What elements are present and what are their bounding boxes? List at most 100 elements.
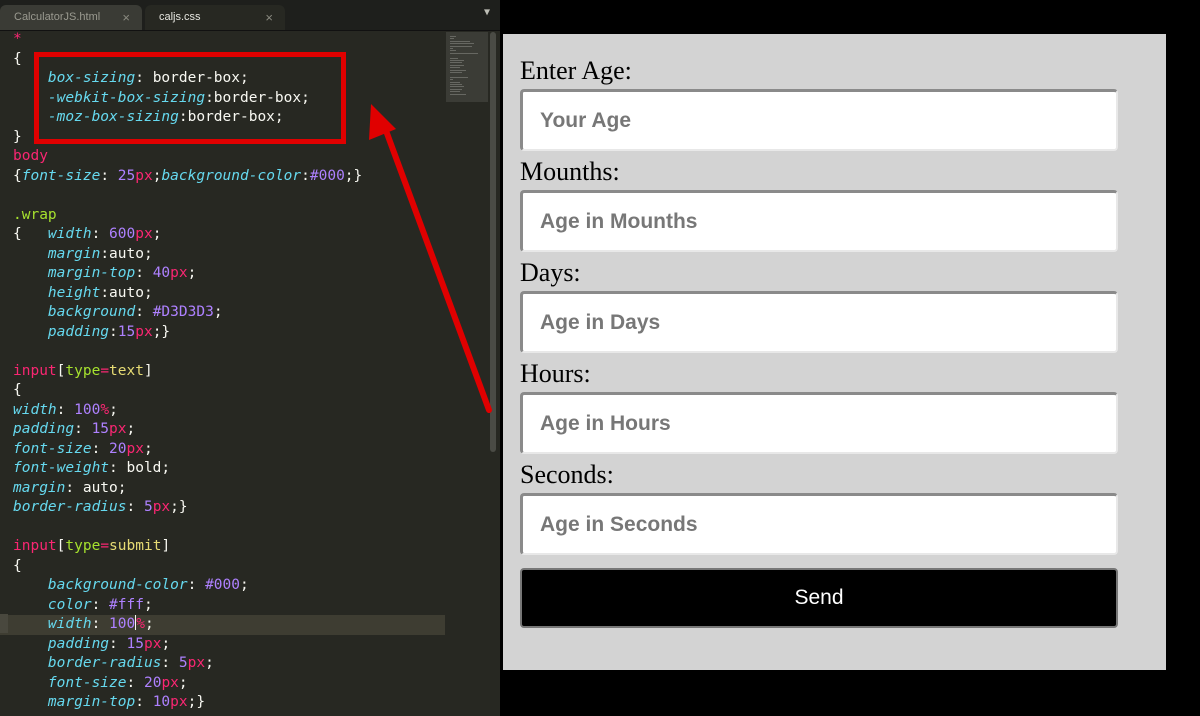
code-token: :: [109, 635, 127, 652]
code-token: ;: [126, 421, 136, 437]
close-icon[interactable]: ×: [265, 5, 273, 30]
tab-caljs-css[interactable]: caljs.css ×: [145, 5, 285, 30]
code-token: :: [187, 577, 206, 593]
code-token: px: [161, 674, 179, 691]
code-token: #fff: [109, 596, 144, 613]
current-line-marker: [0, 614, 8, 633]
code-token: :auto;: [100, 245, 153, 262]
code-token: margin-top: [47, 265, 136, 281]
code-line[interactable]: margin:auto;: [0, 245, 445, 265]
minimap-line: [450, 36, 456, 37]
code-line[interactable]: [0, 342, 445, 362]
code-line[interactable]: height:auto;: [0, 284, 445, 304]
code-line[interactable]: background: #D3D3D3;: [0, 303, 445, 323]
code-token: 600: [109, 226, 136, 242]
code-token: px: [135, 323, 153, 340]
code-token: :: [126, 499, 144, 515]
code-token: px: [143, 635, 162, 652]
code-line[interactable]: input[type=submit]: [0, 537, 445, 557]
code-line[interactable]: margin-top: 10px;}: [0, 693, 445, 713]
code-token: {: [13, 167, 22, 184]
code-token: font-weight: [13, 460, 110, 476]
code-line[interactable]: font-size: 20px;: [0, 440, 445, 460]
code-token: margin-top: [47, 694, 136, 710]
code-token: :: [91, 440, 110, 457]
code-token: padding: [47, 635, 110, 652]
code-line[interactable]: border-radius: 5px;: [0, 654, 445, 674]
code-token: :: [91, 226, 110, 242]
close-icon[interactable]: ×: [122, 5, 130, 30]
months-label: Mounths:: [520, 157, 620, 186]
code-line[interactable]: border-radius: 5px;}: [0, 498, 445, 518]
code-token: px: [187, 655, 206, 671]
age-input[interactable]: [520, 89, 1118, 151]
code-line[interactable]: margin-top: 40px;: [0, 264, 445, 284]
code-token: ;: [109, 401, 118, 418]
dropdown-triangle-icon[interactable]: ▼: [484, 7, 490, 18]
code-token: :: [301, 167, 310, 184]
seconds-input[interactable]: [520, 493, 1118, 555]
code-token: border-radius: [47, 655, 162, 671]
code-token: px: [170, 265, 188, 281]
code-token: type: [65, 538, 101, 554]
code-token: #000: [205, 577, 240, 593]
code-line[interactable]: {font-size: 25px;background-color:#000;}: [0, 167, 445, 187]
scrollbar[interactable]: [490, 32, 496, 452]
code-token: px: [135, 167, 153, 184]
days-input[interactable]: [520, 291, 1118, 353]
tab-calculatorjs-html[interactable]: CalculatorJS.html ×: [0, 5, 142, 30]
code-token: : bold;: [109, 460, 171, 476]
minimap-line: [450, 57, 458, 59]
code-line[interactable]: padding: 15px;: [0, 635, 445, 655]
code-line[interactable]: margin: auto;: [0, 479, 445, 499]
code-token: {: [13, 226, 48, 242]
hours-input[interactable]: [520, 392, 1118, 454]
code-token: width: [47, 616, 92, 632]
code-line[interactable]: background-color: #000;: [0, 576, 445, 596]
code-token: 20: [143, 674, 162, 691]
code-token: 5: [143, 499, 153, 515]
months-input[interactable]: [520, 190, 1118, 252]
code-token: ;: [187, 265, 197, 281]
minimap-line: [450, 64, 464, 66]
code-line[interactable]: width: 100%;: [0, 615, 445, 635]
code-token: 20: [109, 440, 127, 457]
code-line[interactable]: color: #fff;: [0, 596, 445, 616]
code-line[interactable]: [0, 518, 445, 538]
code-line[interactable]: body: [0, 147, 445, 167]
code-line[interactable]: {: [0, 557, 445, 577]
code-token: :: [100, 167, 118, 184]
code-token: %: [136, 616, 145, 632]
code-line[interactable]: padding:15px;}: [0, 323, 445, 343]
code-token: :: [126, 674, 144, 691]
send-button[interactable]: Send: [520, 568, 1118, 628]
code-line[interactable]: [0, 186, 445, 206]
minimap-line: [450, 76, 468, 78]
code-line[interactable]: width: 100%;: [0, 401, 445, 421]
seconds-label: Seconds:: [520, 460, 614, 489]
code-token: {: [13, 557, 22, 574]
code-token: =: [100, 538, 110, 554]
code-line[interactable]: *: [0, 30, 445, 50]
code-line[interactable]: font-weight: bold;: [0, 459, 445, 479]
code-token: :: [135, 265, 153, 281]
code-line[interactable]: { width: 600px;: [0, 225, 445, 245]
code-line[interactable]: {: [0, 381, 445, 401]
code-token: 10: [152, 694, 171, 710]
code-token: type: [65, 362, 101, 379]
code-line[interactable]: input[type=text]: [0, 362, 445, 382]
code-token: font-size: [21, 167, 101, 184]
code-token: body: [13, 148, 48, 164]
code-token: .wrap: [13, 206, 57, 223]
code-line[interactable]: padding: 15px;: [0, 420, 445, 440]
minimap[interactable]: [446, 32, 488, 102]
code-token: ;: [205, 655, 214, 671]
code-token: padding: [47, 323, 110, 340]
code-token: ;: [143, 440, 153, 457]
code-line[interactable]: .wrap: [0, 206, 445, 226]
code-token: submit: [109, 538, 162, 554]
code-line[interactable]: font-size: 20px;: [0, 674, 445, 694]
